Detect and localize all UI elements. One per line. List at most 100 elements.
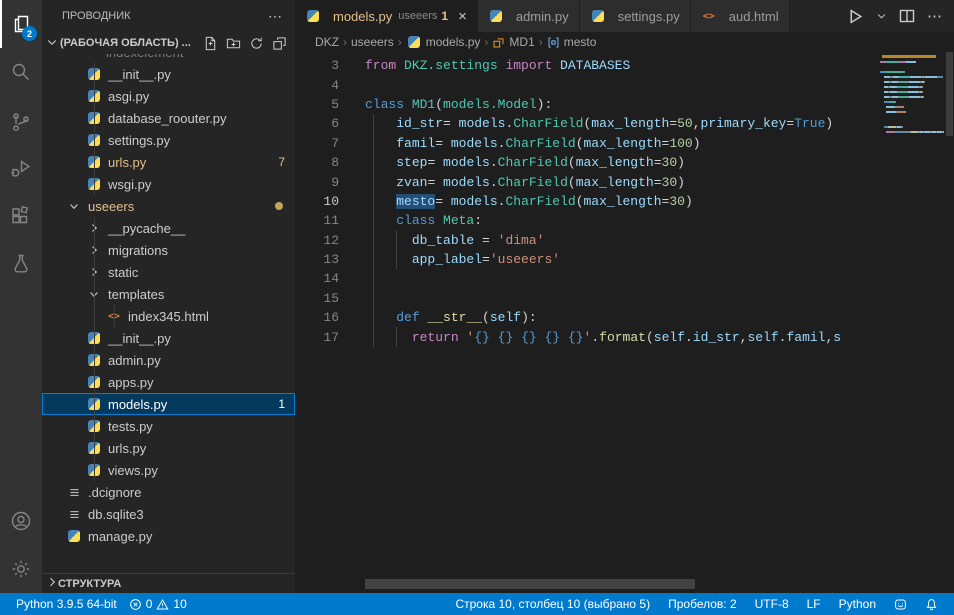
code-line-9: 9 zvan= models.CharField(max_length=30) — [295, 172, 879, 191]
code-editor[interactable]: 3from DKZ.settings import DATABASES45cla… — [295, 52, 954, 593]
breadcrumb-item-dkz[interactable]: DKZ — [315, 35, 339, 49]
code-token: ( — [576, 136, 584, 151]
tree-item-tests-py[interactable]: tests.py — [42, 415, 295, 437]
new-folder-icon[interactable] — [226, 36, 241, 51]
extensions-icon — [9, 204, 33, 228]
line-number: 10 — [295, 194, 339, 209]
activity-item-testing[interactable] — [0, 240, 42, 288]
tree-item-migrations[interactable]: migrations — [42, 239, 295, 261]
tree-item-manage-py[interactable]: manage.py — [42, 525, 295, 547]
indent-guide — [94, 129, 95, 151]
code-token: DKZ.settings — [404, 58, 505, 73]
eol-setting[interactable]: LF — [801, 597, 827, 611]
code-text: step= models.CharField(max_length=30) — [365, 155, 685, 170]
tree-item-index345-html[interactable]: <>index345.html — [42, 305, 295, 327]
new-file-icon[interactable] — [203, 36, 218, 51]
tab-models-py[interactable]: models.pyuseeers1× — [295, 0, 478, 32]
explorer-more-icon[interactable]: ⋯ — [268, 8, 283, 25]
tree-item-admin-py[interactable]: admin.py — [42, 349, 295, 371]
problems-indicator[interactable]: 0 10 — [123, 597, 193, 611]
breadcrumb-item-useeers[interactable]: useeers — [351, 35, 394, 49]
tree-item-static[interactable]: static — [42, 261, 295, 283]
tree-item-urls-py[interactable]: urls.py7 — [42, 151, 295, 173]
tree-item-urls-py[interactable]: urls.py — [42, 437, 295, 459]
language-mode[interactable]: Python — [833, 597, 882, 611]
activity-item-explorer[interactable]: 2 — [0, 0, 42, 48]
tree-item-templates[interactable]: templates — [42, 283, 295, 305]
breadcrumb-item-models-py[interactable]: models.py — [406, 34, 481, 50]
workspace-section-header[interactable]: (РАБОЧАЯ ОБЛАСТЬ) ... — [42, 32, 295, 54]
status-bar: Python 3.9.5 64-bit 0 10 Строка 10, стол… — [0, 593, 954, 615]
tree-item-asgi-py[interactable]: asgi.py — [42, 85, 295, 107]
tree-item-label: settings.py — [108, 133, 170, 148]
vertical-scrollbar[interactable] — [946, 52, 953, 136]
tree-item-useeers[interactable]: useeers — [42, 195, 295, 217]
code-text: famil= models.CharField(max_length=100) — [365, 136, 701, 151]
tree-item-apps-py[interactable]: apps.py — [42, 371, 295, 393]
code-token: CharField — [505, 136, 575, 151]
activity-item-settings-gear[interactable] — [0, 545, 42, 593]
indent-guide — [396, 250, 397, 269]
code-token: ( — [435, 97, 443, 112]
activity-item-extensions[interactable] — [0, 192, 42, 240]
code-token: {} — [545, 330, 561, 345]
code-token: , — [693, 116, 701, 131]
code-text: class MD1(models.Model): — [365, 97, 552, 112]
chevron-down-icon — [46, 36, 58, 51]
activity-item-run-debug[interactable] — [0, 144, 42, 192]
python-file-icon — [590, 8, 606, 24]
more-actions-icon[interactable]: ⋯ — [927, 7, 942, 25]
cursor-position[interactable]: Строка 10, столбец 10 (выбрано 5) — [449, 597, 656, 611]
code-token — [365, 116, 396, 131]
tree-item-settings-py[interactable]: settings.py — [42, 129, 295, 151]
line-number: 15 — [295, 291, 339, 306]
tree-item-db-sqlite3[interactable]: db.sqlite3 — [42, 503, 295, 525]
minimap-segment — [898, 106, 904, 108]
run-dropdown-chevron-icon[interactable] — [876, 11, 887, 22]
tree-item--dcignore[interactable]: .dcignore — [42, 481, 295, 503]
breadcrumb-label: useeers — [351, 35, 394, 49]
line-number: 7 — [295, 136, 339, 151]
breadcrumb-item-mesto[interactable]: mesto — [547, 35, 597, 49]
tree-item-views-py[interactable]: views.py — [42, 459, 295, 481]
collapse-all-icon[interactable] — [272, 36, 287, 51]
tree-item-models-py[interactable]: models.py1 — [42, 393, 295, 415]
minimap-line — [880, 71, 945, 73]
feedback-icon[interactable] — [888, 598, 913, 611]
lines-icon — [68, 508, 81, 521]
python-interpreter[interactable]: Python 3.9.5 64-bit — [10, 597, 123, 611]
outline-section-header[interactable]: СТРУКТУРА — [42, 573, 295, 593]
horizontal-scrollbar[interactable] — [365, 579, 695, 589]
tree-item-database-roouter-py[interactable]: database_roouter.py — [42, 107, 295, 129]
tab-settings-py[interactable]: settings.py — [580, 0, 691, 32]
tree-item--init-py[interactable]: __init__.py — [42, 327, 295, 349]
minimap-line — [880, 61, 945, 63]
minimap-segment — [890, 71, 903, 73]
breadcrumb-item-md1[interactable]: MD1 — [492, 35, 534, 49]
activity-item-source-control[interactable] — [0, 96, 42, 144]
activity-item-search[interactable] — [0, 48, 42, 96]
encoding-setting[interactable]: UTF-8 — [749, 597, 795, 611]
run-button[interactable] — [847, 8, 864, 25]
indent-guide — [373, 231, 374, 250]
code-token: = — [435, 194, 451, 209]
code-token: max_length — [591, 116, 669, 131]
indentation-setting[interactable]: Пробелов: 2 — [662, 597, 743, 611]
tree-item-clipped[interactable]: indexelement — [42, 54, 295, 63]
tree-item-wsgi-py[interactable]: wsgi.py — [42, 173, 295, 195]
notifications-bell-icon[interactable] — [919, 598, 944, 611]
refresh-icon[interactable] — [249, 36, 264, 51]
split-editor-icon[interactable] — [899, 8, 915, 24]
tab-admin-py[interactable]: admin.py — [478, 0, 580, 32]
tab-aud-html[interactable]: <>aud.html — [691, 0, 790, 32]
tree-item--init-py[interactable]: __init__.py — [42, 63, 295, 85]
line-number: 16 — [295, 310, 339, 325]
minimap[interactable] — [880, 53, 945, 148]
code-token: def — [396, 310, 427, 325]
tree-item--pycache-[interactable]: __pycache__ — [42, 217, 295, 239]
activity-item-account[interactable] — [0, 497, 42, 545]
testing-icon — [9, 252, 33, 276]
close-icon[interactable]: × — [458, 9, 467, 24]
minimap-line — [880, 76, 945, 78]
indent-guide — [94, 217, 95, 239]
